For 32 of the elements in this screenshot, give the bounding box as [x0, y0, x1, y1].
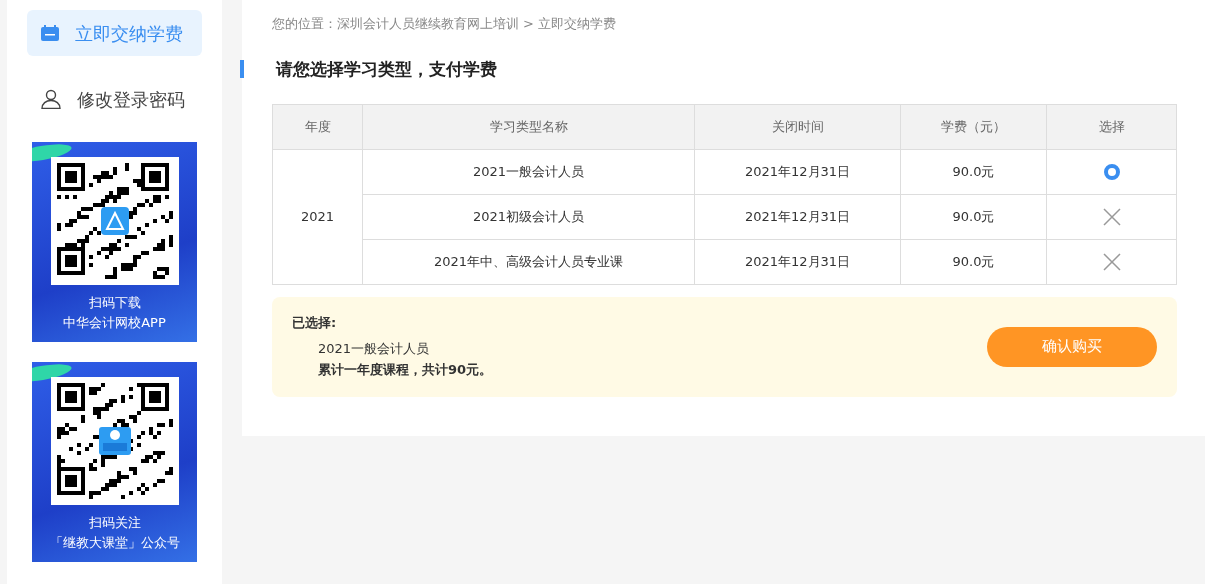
- table-cell: 2021年12月31日: [694, 149, 901, 194]
- confirm-purchase-button[interactable]: 确认购买: [987, 326, 1157, 367]
- summary-total: 累计一年度课程，共计90元。: [318, 361, 493, 380]
- breadcrumb-separator: >: [523, 16, 534, 31]
- column-header: 学费（元）: [900, 104, 1047, 149]
- table-cell: 90.0元: [900, 149, 1047, 194]
- column-header: 年度: [272, 104, 363, 149]
- table-cell: 2021初级会计人员: [362, 194, 695, 239]
- table-cell: 90.0元: [900, 239, 1047, 284]
- column-header: 学习类型名称: [362, 104, 695, 149]
- table-cell: 2021一般会计人员: [362, 149, 695, 194]
- summary-label: 已选择:: [292, 314, 338, 333]
- table-cell: 2021年中、高级会计人员专业课: [362, 239, 695, 284]
- promo-title: 扫码下载: [88, 294, 141, 312]
- sidebar-item[interactable]: 立即交纳学费: [27, 10, 202, 56]
- column-header: 选择: [1046, 104, 1177, 149]
- selected-item: 2021一般会计人员: [318, 339, 431, 358]
- promo-subtitle: 中华会计网校APP: [63, 314, 166, 332]
- column-header: 关闭时间: [694, 104, 901, 149]
- table-cell: 2021年12月31日: [694, 194, 901, 239]
- breadcrumb-link[interactable]: 深圳会计人员继续教育网上培训: [337, 16, 519, 31]
- section-heading: 请您选择学习类型，支付学费: [240, 59, 1177, 78]
- breadcrumb-label: 您的位置：: [272, 16, 337, 31]
- table-cell: 2021年12月31日: [694, 239, 901, 284]
- card-icon: [41, 25, 59, 41]
- promo-subtitle: 「继教大课堂」公众号: [49, 534, 180, 552]
- sidebar-item[interactable]: 修改登录密码: [27, 76, 202, 122]
- table-cell: 90.0元: [900, 194, 1047, 239]
- table-cell: 2021: [272, 149, 363, 284]
- user-icon: [41, 89, 61, 109]
- radio-button[interactable]: [1103, 164, 1120, 181]
- promo-title: 扫码关注: [88, 514, 141, 532]
